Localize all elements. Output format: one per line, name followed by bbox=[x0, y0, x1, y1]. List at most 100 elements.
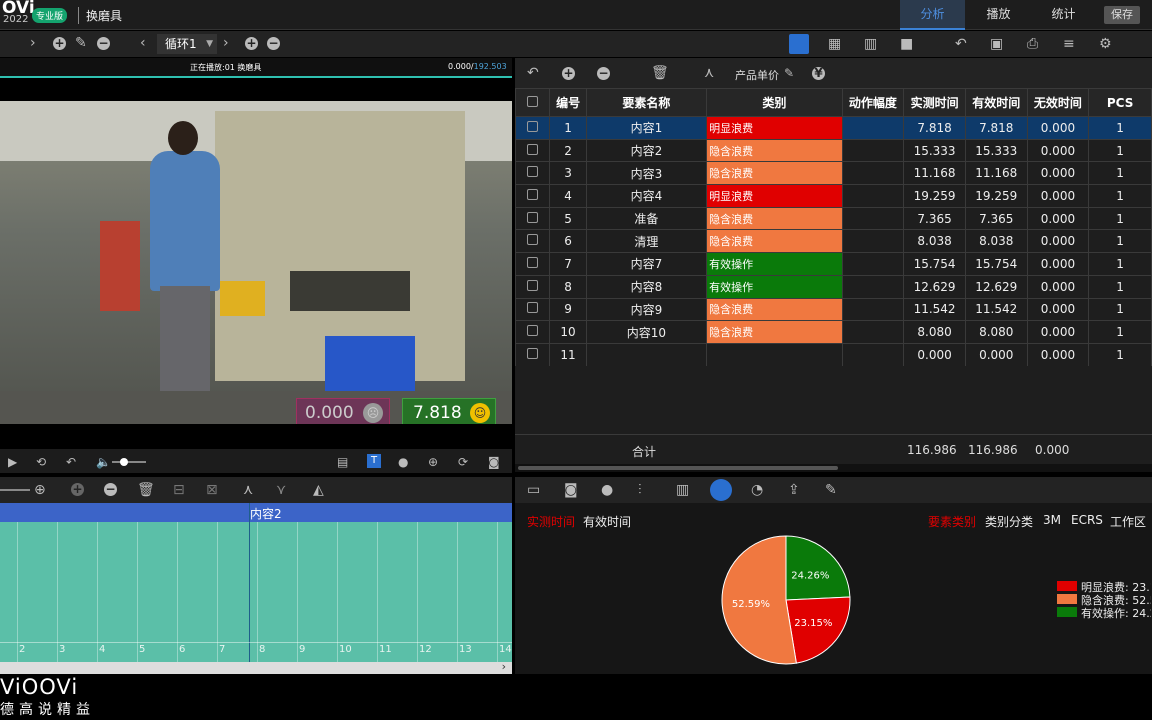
table-row[interactable]: 1 内容1 明显浪费 7.818 7.818 0.000 1 bbox=[514, 116, 1152, 140]
col-header[interactable]: 动作幅度 bbox=[841, 88, 905, 117]
yen-icon[interactable]: ¥ bbox=[812, 67, 825, 80]
header-checkbox[interactable] bbox=[514, 88, 551, 117]
video-frame[interactable]: 0.000 ☹ 7.818 ☺ bbox=[0, 101, 512, 424]
close-box-icon[interactable]: ⊠ bbox=[206, 483, 218, 497]
cell-name[interactable]: 内容3 bbox=[585, 161, 708, 186]
trash-icon[interactable]: 🗑 bbox=[651, 66, 669, 80]
cell-number[interactable]: 6 bbox=[549, 229, 587, 254]
cell-category[interactable]: 有效操作 bbox=[706, 274, 843, 299]
cell-amplitude[interactable] bbox=[841, 320, 905, 344]
cell-number[interactable]: 5 bbox=[549, 206, 587, 231]
cell-amplitude[interactable] bbox=[841, 274, 905, 299]
table-row[interactable]: 2 内容2 隐含浪费 15.333 15.333 0.000 1 bbox=[514, 138, 1152, 163]
cell-category[interactable]: 隐含浪费 bbox=[706, 138, 843, 163]
table-row[interactable]: 3 内容3 隐含浪费 11.168 11.168 0.000 1 bbox=[514, 161, 1152, 186]
checkbox[interactable] bbox=[527, 143, 539, 155]
cell-amplitude[interactable] bbox=[841, 297, 905, 322]
cell-amplitude[interactable] bbox=[841, 161, 905, 186]
pie-slice[interactable] bbox=[785, 596, 851, 664]
camera-icon[interactable]: ◙ bbox=[564, 483, 578, 497]
zoom-in-icon[interactable]: ⊕ bbox=[34, 483, 46, 497]
cell-name[interactable]: 内容10 bbox=[585, 320, 708, 344]
table-row[interactable]: 9 内容9 隐含浪费 11.542 11.542 0.000 1 bbox=[514, 297, 1152, 322]
col-header[interactable]: PCS bbox=[1088, 88, 1152, 117]
row-checkbox[interactable] bbox=[514, 161, 551, 186]
cell-invalid[interactable]: 0.000 bbox=[1026, 184, 1090, 208]
cell-number[interactable]: 8 bbox=[549, 274, 587, 299]
cell-amplitude[interactable] bbox=[841, 206, 905, 231]
cell-effective[interactable]: 0.000 bbox=[964, 342, 1028, 367]
trash-icon[interactable]: 🗑 bbox=[137, 483, 155, 497]
text-icon[interactable]: T bbox=[367, 454, 381, 468]
add-loop-icon[interactable]: + bbox=[245, 37, 258, 50]
zoom-slider[interactable] bbox=[0, 489, 30, 491]
add-segment-icon[interactable]: + bbox=[71, 483, 84, 496]
sliders-icon[interactable]: ⫶ bbox=[638, 483, 642, 497]
cell-name[interactable]: 内容8 bbox=[585, 274, 708, 299]
cell-pcs[interactable]: 1 bbox=[1088, 184, 1152, 208]
cell-measured[interactable]: 19.259 bbox=[903, 184, 966, 208]
cell-measured[interactable]: 7.365 bbox=[903, 206, 966, 231]
table-row[interactable]: 6 清理 隐含浪费 8.038 8.038 0.000 1 bbox=[514, 229, 1152, 254]
cell-effective[interactable]: 11.542 bbox=[964, 297, 1028, 322]
cell-pcs[interactable]: 1 bbox=[1088, 161, 1152, 186]
cell-measured[interactable]: 8.038 bbox=[903, 229, 966, 254]
row-checkbox[interactable] bbox=[514, 229, 551, 254]
table-row[interactable]: 4 内容4 明显浪费 19.259 19.259 0.000 1 bbox=[514, 184, 1152, 208]
donut-icon[interactable]: ◔ bbox=[751, 483, 763, 497]
table-row[interactable]: 10 内容10 隐含浪费 8.080 8.080 0.000 1 bbox=[514, 320, 1152, 344]
cell-number[interactable]: 11 bbox=[549, 342, 587, 367]
prev-loop-icon[interactable]: ‹ bbox=[140, 36, 146, 50]
next-loop-icon[interactable]: › bbox=[223, 36, 229, 50]
mic-icon[interactable]: ● bbox=[601, 483, 613, 497]
cell-invalid[interactable]: 0.000 bbox=[1026, 342, 1090, 367]
cell-name[interactable]: 内容9 bbox=[585, 297, 708, 322]
row-checkbox[interactable] bbox=[514, 252, 551, 276]
cell-name[interactable]: 内容2 bbox=[585, 138, 708, 163]
loop-icon[interactable]: ⟲ bbox=[36, 455, 46, 469]
cell-measured[interactable]: 15.754 bbox=[903, 252, 966, 276]
cell-pcs[interactable]: 1 bbox=[1088, 229, 1152, 254]
add-icon[interactable]: + bbox=[53, 37, 66, 50]
checkbox[interactable] bbox=[527, 188, 539, 200]
cell-measured[interactable]: 7.818 bbox=[903, 116, 966, 140]
cell-measured[interactable]: 12.629 bbox=[903, 274, 966, 299]
volume-icon[interactable]: 🔈 bbox=[96, 455, 111, 469]
menu-icon[interactable]: ≡ bbox=[1063, 37, 1075, 51]
refresh-icon[interactable]: ⟳ bbox=[458, 455, 468, 469]
col-header[interactable]: 要素名称 bbox=[585, 88, 708, 117]
cell-effective[interactable]: 7.818 bbox=[964, 116, 1028, 140]
cell-measured[interactable]: 0.000 bbox=[903, 342, 966, 367]
play-icon[interactable]: ▶ bbox=[8, 455, 17, 469]
cell-name[interactable]: 内容1 bbox=[585, 116, 708, 140]
cell-pcs[interactable]: 1 bbox=[1088, 297, 1152, 322]
timeline-track[interactable] bbox=[0, 522, 512, 662]
chevron-right-icon[interactable]: › bbox=[502, 660, 506, 673]
worker-icon[interactable]: ⋏ bbox=[704, 66, 714, 80]
tab-ecrs[interactable]: ECRS bbox=[1071, 513, 1103, 527]
row-checkbox[interactable] bbox=[514, 184, 551, 208]
tab-class-category[interactable]: 类别分类 bbox=[985, 513, 1033, 530]
row-checkbox[interactable] bbox=[514, 116, 551, 140]
loop-select[interactable]: 循环1 ▼ bbox=[157, 34, 217, 54]
split-icon[interactable]: ⋏ bbox=[243, 483, 253, 497]
table-row[interactable]: 11 0.000 0.000 0.000 1 bbox=[514, 342, 1152, 367]
tab-analyze[interactable]: 分析 bbox=[900, 0, 965, 30]
edit-icon[interactable]: ✎ bbox=[75, 36, 87, 50]
cell-invalid[interactable]: 0.000 bbox=[1026, 138, 1090, 163]
tab-effective-time[interactable]: 有效时间 bbox=[583, 513, 631, 530]
cell-effective[interactable]: 7.365 bbox=[964, 206, 1028, 231]
merge-icon[interactable]: ⋎ bbox=[276, 483, 286, 497]
remove-row-icon[interactable]: − bbox=[597, 67, 610, 80]
tab-workzone[interactable]: 工作区 bbox=[1110, 513, 1146, 530]
timeline-scrollbar[interactable]: › bbox=[0, 660, 512, 674]
cell-amplitude[interactable] bbox=[841, 229, 905, 254]
cell-number[interactable]: 1 bbox=[549, 116, 587, 140]
cell-number[interactable]: 9 bbox=[549, 297, 587, 322]
cell-invalid[interactable]: 0.000 bbox=[1026, 161, 1090, 186]
col-header[interactable]: 无效时间 bbox=[1026, 88, 1090, 117]
cell-category[interactable]: 明显浪费 bbox=[706, 116, 843, 140]
col-header[interactable]: 有效时间 bbox=[964, 88, 1028, 117]
tab-measured-time[interactable]: 实测时间 bbox=[527, 513, 575, 530]
cell-name[interactable]: 内容7 bbox=[585, 252, 708, 276]
